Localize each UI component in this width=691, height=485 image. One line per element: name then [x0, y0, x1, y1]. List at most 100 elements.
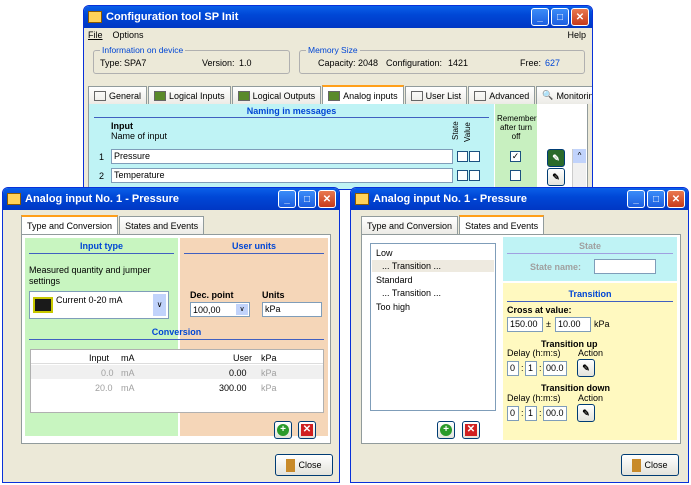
row-1-remember-checkbox[interactable]: ✓	[510, 151, 521, 162]
list-item[interactable]: ... Transition ...	[382, 288, 441, 298]
col-value: Value	[463, 122, 472, 142]
row-2-value-checkbox[interactable]	[469, 170, 480, 181]
input-type-header: Input type	[80, 241, 123, 251]
main-titlebar: Configuration tool SP Init _ □ ✕	[84, 6, 592, 28]
tab-logical-outputs-label: Logical Outputs	[252, 90, 316, 101]
units-field[interactable]: kPa	[262, 302, 322, 317]
tab-logical-inputs[interactable]: Logical Inputs	[148, 86, 231, 104]
version-value: 1.0	[239, 58, 252, 68]
scrollbar[interactable]: ^	[572, 149, 586, 189]
right-title: Analog input No. 1 - Pressure	[373, 193, 528, 205]
tab-monitoring[interactable]: 🔍Monitoring	[536, 86, 592, 104]
analog-inputs-icon	[328, 90, 341, 101]
up-minutes[interactable]: 1	[525, 361, 537, 376]
states-list: Low ... Transition ... Standard ... Tran…	[370, 243, 496, 411]
col-input: Input	[111, 121, 133, 131]
plus-icon: +	[277, 424, 289, 436]
conv-header-ma: mA	[121, 353, 135, 363]
tab-general[interactable]: General	[88, 86, 148, 104]
minimize-button[interactable]: _	[278, 190, 296, 208]
conv-header-kpa: kPa	[261, 353, 277, 363]
free-value: 627	[545, 58, 561, 68]
maximize-button[interactable]: □	[298, 190, 316, 208]
row-1-name-field[interactable]: Pressure	[111, 149, 453, 164]
maximize-button[interactable]: □	[647, 190, 665, 208]
config-label: Configuration:	[386, 58, 443, 68]
memory-group: Memory Size Capacity: 2048 Configuration…	[299, 45, 585, 74]
tab-logical-outputs[interactable]: Logical Outputs	[231, 86, 322, 104]
close-button[interactable]: Close	[621, 454, 679, 476]
close-window-button[interactable]: ✕	[318, 190, 336, 208]
delete-icon: ✕	[301, 424, 313, 436]
conv-row-1-ma: mA	[121, 368, 135, 378]
device-info-title: Information on device	[100, 45, 186, 55]
tab-type-conversion[interactable]: Type and Conversion	[21, 215, 119, 234]
scroll-up-button[interactable]: ^	[573, 149, 586, 163]
close-window-button[interactable]: ✕	[667, 190, 685, 208]
menu-options[interactable]: Options	[113, 30, 144, 40]
minimize-button[interactable]: _	[627, 190, 645, 208]
row-2-edit-button[interactable]: ✎	[547, 168, 565, 186]
tab-user-list[interactable]: User List	[404, 86, 468, 104]
row-2-name-field[interactable]: Temperature	[111, 168, 453, 183]
tab-states-events[interactable]: States and Events	[119, 216, 205, 234]
add-button[interactable]: +	[437, 421, 455, 439]
cross-value-field[interactable]: 150.00	[507, 317, 543, 332]
minimize-button[interactable]: _	[531, 8, 549, 26]
dec-point-value: 100,00	[193, 305, 221, 315]
table-row[interactable]	[31, 365, 323, 379]
right-titlebar: Analog input No. 1 - Pressure _ □ ✕	[351, 188, 688, 210]
main-window: Configuration tool SP Init _ □ ✕ File Op…	[83, 5, 593, 190]
edit-icon: ✎	[552, 152, 560, 163]
maximize-button[interactable]: □	[551, 8, 569, 26]
free-label: Free:	[520, 58, 542, 68]
capacity-label: Capacity:	[318, 58, 356, 68]
row-2-state-checkbox[interactable]	[457, 170, 468, 181]
up-hours[interactable]: 0	[507, 361, 519, 376]
delete-button[interactable]: ✕	[298, 421, 316, 439]
dec-point-select[interactable]: 100,00 ∨	[190, 302, 250, 317]
menu-file[interactable]: File	[88, 30, 103, 40]
down-action-label: Action	[578, 393, 604, 403]
row-1-value-checkbox[interactable]	[469, 151, 480, 162]
chevron-down-icon[interactable]: ∨	[236, 304, 248, 315]
tab-type-conversion[interactable]: Type and Conversion	[361, 216, 459, 234]
list-item[interactable]: Standard	[376, 275, 413, 285]
conv-row-2-input: 20.0	[95, 383, 113, 393]
row-1-state-checkbox[interactable]	[457, 151, 468, 162]
tolerance-field[interactable]: 10.00	[555, 317, 591, 332]
left-title: Analog input No. 1 - Pressure	[25, 193, 180, 205]
state-name-field[interactable]	[594, 259, 656, 274]
close-button[interactable]: Close	[275, 454, 333, 476]
list-item[interactable]: ... Transition ...	[382, 261, 441, 271]
up-action-button[interactable]: ✎	[577, 359, 595, 377]
close-button-label: Close	[644, 460, 668, 470]
app-icon	[7, 193, 21, 205]
tab-advanced[interactable]: Advanced	[468, 86, 536, 104]
close-door-icon	[632, 458, 642, 472]
list-item[interactable]: Low	[376, 248, 393, 258]
delete-button[interactable]: ✕	[462, 421, 480, 439]
tab-states-events[interactable]: States and Events	[459, 215, 545, 234]
down-action-button[interactable]: ✎	[577, 404, 595, 422]
right-panel: Low ... Transition ... Standard ... Tran…	[361, 234, 681, 444]
down-seconds[interactable]: 00.0	[543, 406, 567, 421]
tab-analog-inputs[interactable]: Analog inputs	[322, 85, 404, 104]
up-seconds[interactable]: 00.0	[543, 361, 567, 376]
row-2-remember-checkbox[interactable]	[510, 170, 521, 181]
tab-user-list-label: User List	[425, 90, 462, 101]
down-hours[interactable]: 0	[507, 406, 519, 421]
row-1-edit-button[interactable]: ✎	[547, 149, 565, 167]
list-item[interactable]: Too high	[376, 302, 410, 312]
menu-help[interactable]: Help	[567, 30, 586, 40]
add-button[interactable]: +	[274, 421, 292, 439]
naming-table: Naming in messages Input Name of input S…	[89, 104, 494, 189]
conv-row-1-user: 0.00	[229, 368, 247, 378]
main-tabs: General Logical Inputs Logical Outputs A…	[88, 85, 592, 104]
measured-dropdown[interactable]: Current 0-20 mA ∨	[29, 291, 169, 319]
app-icon	[88, 11, 102, 23]
close-window-button[interactable]: ✕	[571, 8, 589, 26]
version-label: Version:	[202, 58, 235, 68]
chevron-down-icon[interactable]: ∨	[153, 294, 166, 316]
down-minutes[interactable]: 1	[525, 406, 537, 421]
